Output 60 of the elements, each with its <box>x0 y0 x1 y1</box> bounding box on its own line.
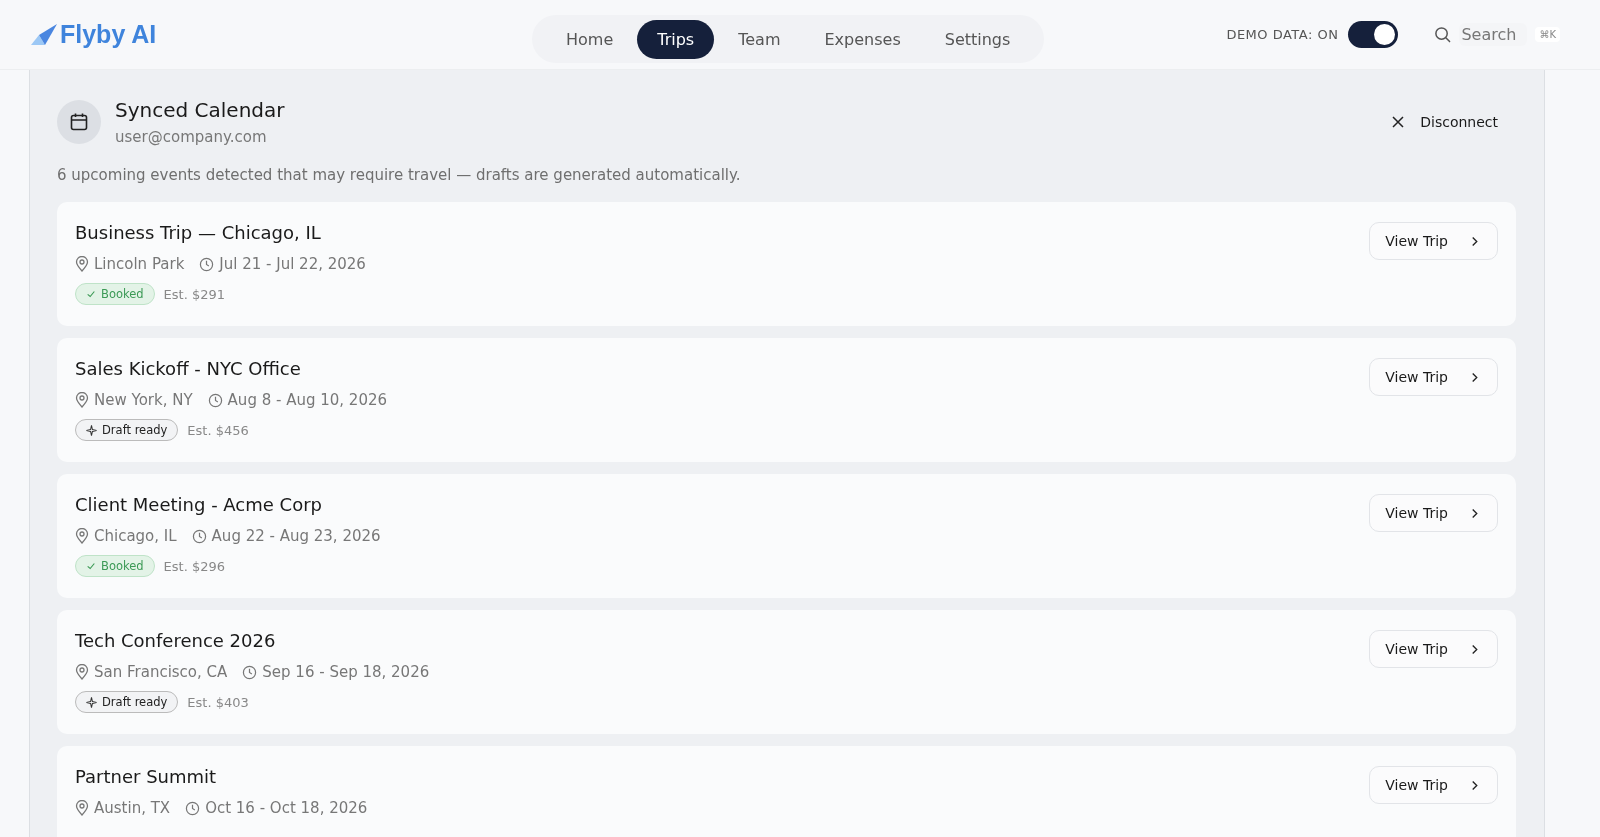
clock-icon <box>199 256 215 272</box>
view-trip-button[interactable]: View Trip <box>1369 630 1498 668</box>
trip-location: Lincoln Park <box>94 255 185 273</box>
trip-location: Chicago, IL <box>94 527 177 545</box>
location-pin-icon <box>75 664 89 680</box>
clock-icon <box>185 800 201 816</box>
clock-icon <box>207 392 223 408</box>
nav-tab[interactable]: Expenses <box>804 19 921 59</box>
trip-title: Business Trip — Chicago, IL <box>75 222 322 243</box>
trip-dates: Sep 16 - Sep 18, 2026 <box>262 663 430 681</box>
trip-dates: Jul 21 - Jul 22, 2026 <box>219 255 366 273</box>
search-icon <box>1434 26 1452 43</box>
demo-data-label: DEMO DATA: ON <box>1226 27 1339 42</box>
location-pin-icon <box>75 256 89 272</box>
calendar-title: Synced Calendar <box>115 98 285 122</box>
location-pin-icon <box>75 800 89 816</box>
demo-data-toggle[interactable] <box>1348 21 1399 48</box>
view-trip-button[interactable]: View Trip <box>1369 494 1498 532</box>
nav-tab[interactable]: Team <box>718 19 801 59</box>
trip-estimate: Est. $291 <box>163 286 226 302</box>
calendar-account: user@company.com <box>115 128 268 146</box>
location-pin-icon <box>75 528 89 544</box>
status-badge: Booked <box>75 283 155 305</box>
trip-location: San Francisco, CA <box>94 663 228 681</box>
trip-dates: Aug 22 - Aug 23, 2026 <box>211 527 381 545</box>
chevron-right-icon <box>1470 643 1479 655</box>
chevron-right-icon <box>1470 371 1479 383</box>
view-trip-button[interactable]: View Trip <box>1369 358 1498 396</box>
status-badge: Draft ready <box>75 419 179 441</box>
nav-tab[interactable]: Home <box>546 19 634 59</box>
location-pin-icon <box>75 392 89 408</box>
shortcut-hint: ⌘K <box>1535 27 1560 42</box>
view-trip-button[interactable]: View Trip <box>1369 222 1498 260</box>
clock-icon <box>191 528 207 544</box>
trip-estimate: Est. $456 <box>187 422 249 438</box>
brand-name[interactable]: Flyby AI <box>60 20 157 49</box>
chevron-right-icon <box>1470 235 1479 247</box>
disconnect-button[interactable]: Disconnect <box>1386 113 1504 131</box>
close-icon <box>1392 116 1405 128</box>
trip-title: Sales Kickoff - NYC Office <box>75 358 302 379</box>
clock-icon <box>242 664 258 680</box>
trip-title: Partner Summit <box>75 766 218 787</box>
status-badge: Draft ready <box>75 691 179 713</box>
calendar-note: 6 upcoming events detected that may require travel — drafts are generated automatically. <box>57 166 742 184</box>
nav-tab[interactable]: Settings <box>924 19 1031 59</box>
trip-estimate: Est. $296 <box>163 558 226 574</box>
trip-location: Austin, TX <box>94 799 171 817</box>
status-badge: Booked <box>75 555 155 577</box>
nav-tab[interactable]: Trips <box>637 19 715 59</box>
calendar-icon <box>57 100 101 144</box>
chevron-right-icon <box>1470 779 1479 791</box>
logo-icon <box>31 23 57 46</box>
trip-dates: Oct 16 - Oct 18, 2026 <box>205 799 368 817</box>
trip-title: Tech Conference 2026 <box>75 630 277 651</box>
trip-estimate: Est. $403 <box>187 694 249 710</box>
trip-dates: Aug 8 - Aug 10, 2026 <box>227 391 387 409</box>
trip-title: Client Meeting - Acme Corp <box>75 494 323 515</box>
view-trip-button[interactable]: View Trip <box>1369 766 1498 804</box>
trip-location: New York, NY <box>94 391 193 409</box>
chevron-right-icon <box>1470 507 1479 519</box>
